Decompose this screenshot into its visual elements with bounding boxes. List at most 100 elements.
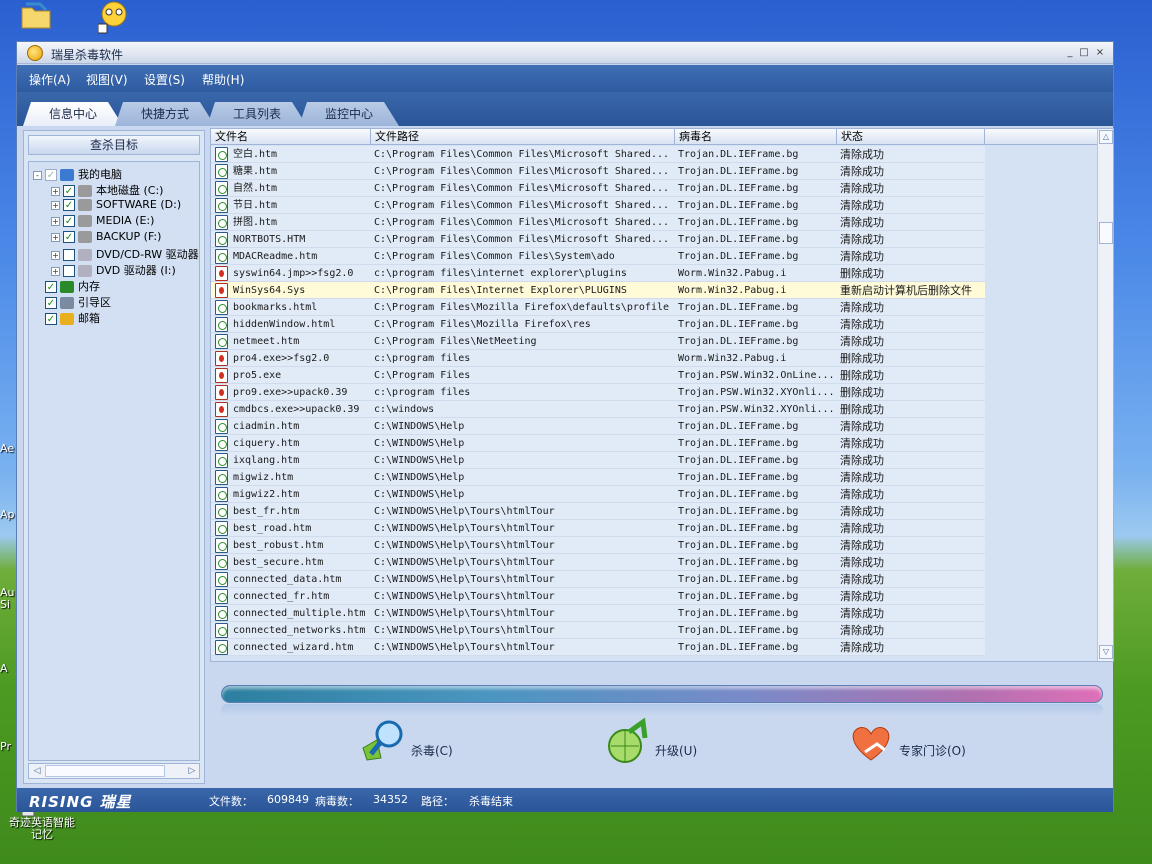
expand-icon[interactable]: + — [51, 200, 60, 210]
desktop-shortcut-icon[interactable] — [97, 0, 138, 36]
tree-node-checkbox[interactable] — [63, 265, 75, 277]
table-row[interactable]: pro9.exe>>upack0.39 c:\program files Troja… — [211, 384, 985, 401]
tree-node-checkbox[interactable] — [63, 249, 75, 261]
tab-info-center[interactable]: 信息中心 — [23, 102, 123, 126]
tree-node[interactable]: ✓ 内存 — [33, 278, 100, 294]
tree-node-checkbox[interactable]: ✓ — [63, 185, 75, 197]
tree-horizontal-scrollbar[interactable]: ◁ ▷ — [28, 763, 200, 779]
menu-settings[interactable]: 设置(S) — [144, 71, 185, 88]
cell-filename: 自然.htm — [233, 183, 278, 194]
cell-status: 清除成功 — [840, 165, 884, 178]
tab-shortcuts[interactable]: 快捷方式 — [115, 102, 215, 126]
list-vertical-scrollbar[interactable]: △ ▽ — [1097, 129, 1113, 661]
cell-filename: MDACReadme.htm — [233, 251, 318, 262]
column-header-filename[interactable]: 文件名 — [211, 129, 371, 145]
collapse-icon[interactable]: - — [33, 170, 42, 180]
tab-tool-list[interactable]: 工具列表 — [207, 102, 307, 126]
table-row[interactable]: pro5.exe C:\Program Files Trojan.PSW.Win32… — [211, 367, 985, 384]
html-file-icon — [215, 198, 228, 213]
table-row[interactable]: migwiz2.htm C:\WINDOWS\Help Trojan.DL.IEFr… — [211, 486, 985, 503]
tree-node-checkbox[interactable]: ✓ — [45, 313, 57, 325]
table-row[interactable]: 糖果.htm C:\Program Files\Common Files\Micr… — [211, 163, 985, 180]
table-row[interactable]: best_road.htm C:\WINDOWS\Help\Tours\htmlT… — [211, 520, 985, 537]
cell-filename: ciquery.htm — [233, 438, 300, 449]
tree-node[interactable]: + ✓ MEDIA (E:) — [51, 214, 154, 230]
scroll-thumb[interactable] — [45, 765, 165, 777]
cell-virus-name: Worm.Win32.Pabug.i — [678, 268, 787, 279]
table-row[interactable]: MDACReadme.htm C:\Program Files\Common Fi… — [211, 248, 985, 265]
tree-node-checkbox[interactable]: ✓ — [45, 297, 57, 309]
tree-node-checkbox[interactable]: ✓ — [63, 231, 75, 243]
table-row[interactable]: WinSys64.Sys C:\Program Files\Internet Ex… — [211, 282, 985, 299]
upgrade-button-label: 升级(U) — [655, 744, 698, 758]
upgrade-button[interactable]: 升级(U) — [603, 718, 723, 778]
scan-button-label: 杀毒(C) — [411, 744, 453, 758]
scroll-up-icon[interactable]: △ — [1099, 130, 1113, 144]
tree-node[interactable]: - ✓ 我的电脑 — [33, 166, 122, 182]
table-row[interactable]: best_secure.htm C:\WINDOWS\Help\Tours\htm… — [211, 554, 985, 571]
table-row[interactable]: 拼图.htm C:\Program Files\Common Files\Micr… — [211, 214, 985, 231]
table-row[interactable]: 自然.htm C:\Program Files\Common Files\Micr… — [211, 180, 985, 197]
tab-monitor-center[interactable]: 监控中心 — [299, 102, 399, 126]
table-row[interactable]: 空白.htm C:\Program Files\Common Files\Micr… — [211, 146, 985, 163]
table-row[interactable]: ixqlang.htm C:\WINDOWS\Help Trojan.DL.IEFr… — [211, 452, 985, 469]
tree-node[interactable]: + ✓ SOFTWARE (D:) — [51, 198, 181, 214]
cell-filepath: C:\Program Files — [374, 370, 471, 381]
expand-icon[interactable]: + — [51, 266, 60, 276]
tree-node-checkbox[interactable]: ✓ — [63, 199, 75, 211]
table-row[interactable]: best_fr.htm C:\WINDOWS\Help\Tours\htmlTou… — [211, 503, 985, 520]
maximize-button[interactable]: □ — [1077, 46, 1091, 60]
table-row[interactable]: bookmarks.html C:\Program Files\Mozilla F… — [211, 299, 985, 316]
expert-clinic-button[interactable]: 专家门诊(O) — [847, 718, 977, 778]
table-row[interactable]: pro4.exe>>fsg2.0 c:\program files Worm.Win… — [211, 350, 985, 367]
tree-node-checkbox[interactable]: ✓ — [45, 169, 57, 181]
tree-node[interactable]: + ✓ BACKUP (F:) — [51, 230, 161, 246]
menu-operation[interactable]: 操作(A) — [29, 71, 71, 88]
column-header-status[interactable]: 状态 — [837, 129, 985, 145]
table-row[interactable]: connected_multiple.htm C:\WINDOWS\Help\To… — [211, 605, 985, 622]
table-row[interactable]: ciadmin.htm C:\WINDOWS\Help Trojan.DL.IEFr… — [211, 418, 985, 435]
table-row[interactable]: hiddenWindow.html C:\Program Files\Mozill… — [211, 316, 985, 333]
table-row[interactable]: migwiz.htm C:\WINDOWS\Help Trojan.DL.IEFra… — [211, 469, 985, 486]
scroll-right-icon[interactable]: ▷ — [185, 764, 199, 778]
tree-node[interactable]: + ✓ 本地磁盘 (C:) — [51, 182, 163, 198]
table-row[interactable]: connected_fr.htm C:\WINDOWS\Help\Tours\ht… — [211, 588, 985, 605]
expand-icon[interactable]: + — [51, 232, 60, 242]
table-row[interactable]: netmeet.htm C:\Program Files\NetMeeting Tr… — [211, 333, 985, 350]
table-row[interactable]: connected_wizard.htm C:\WINDOWS\Help\Tour… — [211, 639, 985, 656]
menu-help[interactable]: 帮助(H) — [202, 71, 244, 88]
scroll-thumb[interactable] — [1099, 222, 1113, 244]
progress-reflection — [221, 704, 1103, 716]
tree-node-checkbox[interactable]: ✓ — [45, 281, 57, 293]
scroll-left-icon[interactable]: ◁ — [30, 764, 44, 778]
expand-icon[interactable]: + — [51, 186, 60, 196]
desktop-edge-label: A — [0, 662, 8, 675]
menu-view[interactable]: 视图(V) — [86, 71, 128, 88]
table-row[interactable]: connected_networks.htm C:\WINDOWS\Help\To… — [211, 622, 985, 639]
title-bar[interactable]: 瑞星杀毒软件 _ □ × — [17, 42, 1113, 64]
scan-button[interactable]: 杀毒(C) — [359, 718, 479, 778]
table-row[interactable]: best_robust.htm C:\WINDOWS\Help\Tours\htm… — [211, 537, 985, 554]
tree-node[interactable]: + DVD 驱动器 (I:) — [51, 262, 176, 278]
table-row[interactable]: cmdbcs.exe>>upack0.39 c:\windows Trojan.PS… — [211, 401, 985, 418]
expand-icon[interactable]: + — [51, 216, 60, 226]
expand-icon[interactable]: + — [51, 250, 60, 260]
table-row[interactable]: connected_data.htm C:\WINDOWS\Help\Tours\… — [211, 571, 985, 588]
scroll-down-icon[interactable]: ▽ — [1099, 645, 1113, 659]
column-header-virus[interactable]: 病毒名 — [675, 129, 837, 145]
table-row[interactable]: NORTBOTS.HTM C:\Program Files\Common File… — [211, 231, 985, 248]
tree-node[interactable]: ✓ 邮箱 — [33, 310, 100, 326]
close-button[interactable]: × — [1093, 46, 1107, 60]
column-header-filepath[interactable]: 文件路径 — [371, 129, 675, 145]
desktop-folder-icon[interactable] — [20, 0, 60, 36]
table-row[interactable]: 节日.htm C:\Program Files\Common Files\Micr… — [211, 197, 985, 214]
tree-node[interactable]: + DVD/CD-RW 驱动器 — [51, 246, 199, 262]
desktop-icon-label[interactable]: 奇迹英语智能 记忆 — [2, 817, 82, 841]
table-row[interactable]: ciquery.htm C:\WINDOWS\Help Trojan.DL.IEFr… — [211, 435, 985, 452]
minimize-button[interactable]: _ — [1063, 46, 1077, 60]
tree-node[interactable]: ✓ 引导区 — [33, 294, 111, 310]
cell-status: 清除成功 — [840, 573, 884, 586]
table-row[interactable]: syswin64.jmp>>fsg2.0 c:\program files\int… — [211, 265, 985, 282]
html-file-icon — [215, 640, 228, 655]
tree-node-checkbox[interactable]: ✓ — [63, 215, 75, 227]
